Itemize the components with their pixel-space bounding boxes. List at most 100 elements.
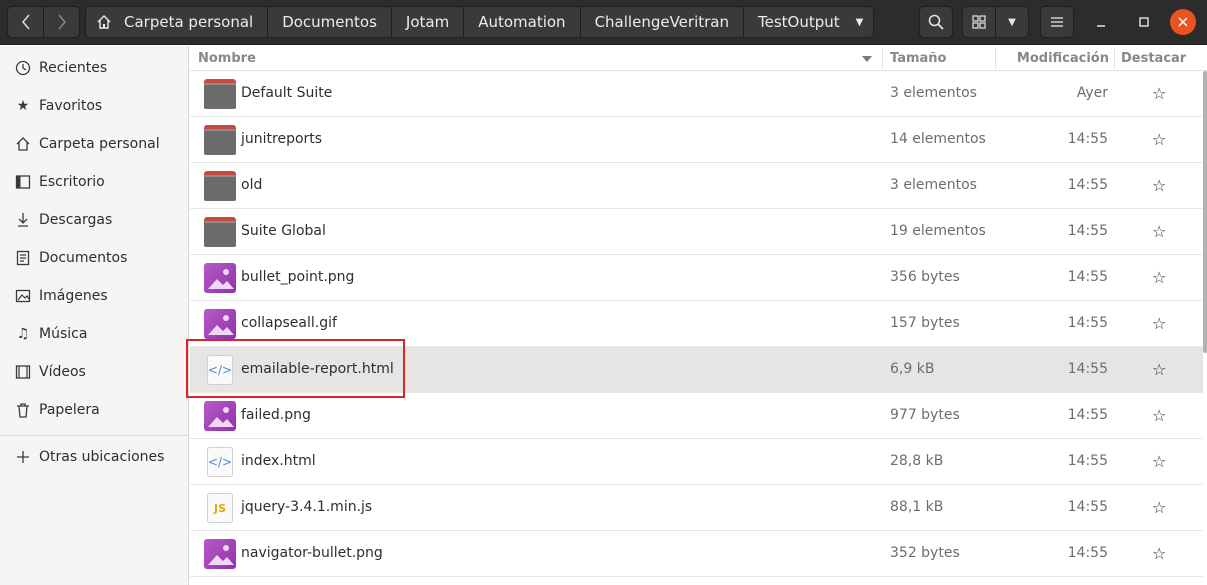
file-row-suite-global[interactable]: Suite Global 19 elementos 14:55 ☆ — [190, 209, 1203, 255]
image-file-icon — [204, 309, 236, 339]
star-icon: ★ — [16, 98, 30, 114]
sidebar-item-recientes[interactable]: Recientes — [0, 49, 188, 87]
breadcrumb-label: Jotam — [405, 13, 450, 31]
breadcrumb-item-jotam[interactable]: Jotam — [391, 6, 465, 38]
file-name: old — [241, 177, 263, 193]
file-row-default-suite[interactable]: Default Suite 3 elementos Ayer ☆ — [190, 71, 1203, 117]
hamburger-icon — [1051, 17, 1063, 27]
file-modified: 14:55 — [1067, 407, 1108, 423]
sidebar-item-carpeta-personal[interactable]: Carpeta personal — [0, 125, 188, 163]
star-icon[interactable]: ☆ — [1152, 130, 1166, 149]
file-modified: 14:55 — [1067, 131, 1108, 147]
file-row-collapseall[interactable]: collapseall.gif 157 bytes 14:55 ☆ — [190, 301, 1203, 347]
plus-icon — [14, 448, 32, 466]
sidebar-item-favoritos[interactable]: ★ Favoritos — [0, 87, 188, 125]
home-icon — [97, 15, 111, 29]
file-row-junitreports[interactable]: junitreports 14 elementos 14:55 ☆ — [190, 117, 1203, 163]
sidebar-item-label: Música — [39, 326, 88, 342]
file-list: Default Suite 3 elementos Ayer ☆ junitre… — [190, 71, 1207, 585]
grid-icon — [972, 15, 986, 29]
image-file-icon — [204, 539, 236, 569]
caret-down-icon: ▼ — [1008, 16, 1016, 28]
star-icon[interactable]: ☆ — [1152, 360, 1166, 379]
music-icon: ♫ — [16, 326, 30, 342]
file-row-old[interactable]: old 3 elementos 14:55 ☆ — [190, 163, 1203, 209]
sort-descending-icon — [862, 56, 872, 62]
file-size: 28,8 kB — [890, 453, 944, 469]
view-toggle-button[interactable] — [962, 6, 996, 38]
column-separator — [1114, 48, 1115, 69]
column-header-modified[interactable]: Modificación — [1017, 51, 1109, 66]
file-modified: 14:55 — [1067, 177, 1108, 193]
sidebar-item-label: Otras ubicaciones — [39, 449, 165, 465]
file-row-bullet-point[interactable]: bullet_point.png 356 bytes 14:55 ☆ — [190, 255, 1203, 301]
sidebar-item-videos[interactable]: Vídeos — [0, 353, 188, 391]
file-size: 352 bytes — [890, 545, 960, 561]
view-options-button[interactable]: ▼ — [995, 6, 1029, 38]
close-button[interactable] — [1170, 9, 1196, 35]
home-icon — [14, 135, 32, 153]
star-icon[interactable]: ☆ — [1152, 268, 1166, 287]
file-size: 157 bytes — [890, 315, 960, 331]
column-header-size[interactable]: Tamaño — [890, 51, 946, 66]
file-name: emailable-report.html — [241, 361, 394, 377]
column-header-name[interactable]: Nombre — [198, 51, 256, 66]
html-file-icon: </> — [207, 355, 233, 385]
maximize-button[interactable] — [1131, 9, 1157, 35]
folder-icon — [204, 125, 236, 155]
file-modified: 14:55 — [1067, 545, 1108, 561]
sidebar: Recientes ★ Favoritos Carpeta personal E… — [0, 46, 189, 585]
breadcrumb-item-home[interactable]: Carpeta personal — [85, 6, 269, 38]
image-icon — [14, 287, 32, 305]
sidebar-item-documentos[interactable]: Documentos — [0, 239, 188, 277]
file-name: navigator-bullet.png — [241, 545, 383, 561]
star-icon[interactable]: ☆ — [1152, 544, 1166, 563]
file-row-failed[interactable]: failed.png 977 bytes 14:55 ☆ — [190, 393, 1203, 439]
back-button[interactable] — [7, 6, 44, 38]
star-icon[interactable]: ☆ — [1152, 406, 1166, 425]
file-size: 6,9 kB — [890, 361, 935, 377]
file-modified: 14:55 — [1067, 499, 1108, 515]
star-icon[interactable]: ☆ — [1152, 498, 1166, 517]
sidebar-item-musica[interactable]: ♫ Música — [0, 315, 188, 353]
sidebar-item-descargas[interactable]: Descargas — [0, 201, 188, 239]
breadcrumb-item-testoutput[interactable]: TestOutput ▼ — [743, 6, 875, 38]
folder-icon — [204, 171, 236, 201]
file-row-emailable-report[interactable]: </> emailable-report.html 6,9 kB 14:55 ☆ — [190, 347, 1203, 393]
minimize-button[interactable] — [1088, 9, 1114, 35]
sidebar-item-otras-ubicaciones[interactable]: Otras ubicaciones — [0, 438, 188, 476]
star-icon[interactable]: ☆ — [1152, 314, 1166, 333]
star-icon[interactable]: ☆ — [1152, 84, 1166, 103]
image-file-icon — [204, 263, 236, 293]
scrollbar[interactable] — [1203, 71, 1207, 353]
column-header-starred[interactable]: Destacar — [1121, 51, 1186, 66]
forward-button[interactable] — [43, 6, 80, 38]
folder-icon — [204, 79, 236, 109]
file-name: junitreports — [241, 131, 323, 147]
folder-icon — [204, 217, 236, 247]
file-name: Suite Global — [241, 223, 326, 239]
file-size: 88,1 kB — [890, 499, 944, 515]
sidebar-item-escritorio[interactable]: Escritorio — [0, 163, 188, 201]
file-name: failed.png — [241, 407, 311, 423]
file-modified: Ayer — [1076, 85, 1108, 101]
sidebar-item-label: Descargas — [39, 212, 113, 228]
file-row-index[interactable]: </> index.html 28,8 kB 14:55 ☆ — [190, 439, 1203, 485]
main-menu-button[interactable] — [1040, 6, 1074, 38]
sidebar-item-papelera[interactable]: Papelera — [0, 391, 188, 429]
star-icon[interactable]: ☆ — [1152, 452, 1166, 471]
file-row-jquery[interactable]: JS jquery-3.4.1.min.js 88,1 kB 14:55 ☆ — [190, 485, 1203, 531]
sidebar-item-label: Imágenes — [39, 288, 108, 304]
star-icon[interactable]: ☆ — [1152, 176, 1166, 195]
sidebar-item-imagenes[interactable]: Imágenes — [0, 277, 188, 315]
sidebar-divider — [0, 435, 188, 436]
breadcrumb-item-automation[interactable]: Automation — [464, 6, 581, 38]
star-icon[interactable]: ☆ — [1152, 222, 1166, 241]
file-row-navigator-bullet[interactable]: navigator-bullet.png 352 bytes 14:55 ☆ — [190, 531, 1203, 577]
video-icon — [14, 363, 32, 381]
breadcrumb-item-challengeveritran[interactable]: ChallengeVeritran — [580, 6, 744, 38]
minimize-icon — [1097, 25, 1105, 27]
breadcrumb-item-documentos[interactable]: Documentos — [268, 6, 392, 38]
js-file-icon: JS — [207, 493, 233, 523]
search-button[interactable] — [919, 6, 953, 38]
